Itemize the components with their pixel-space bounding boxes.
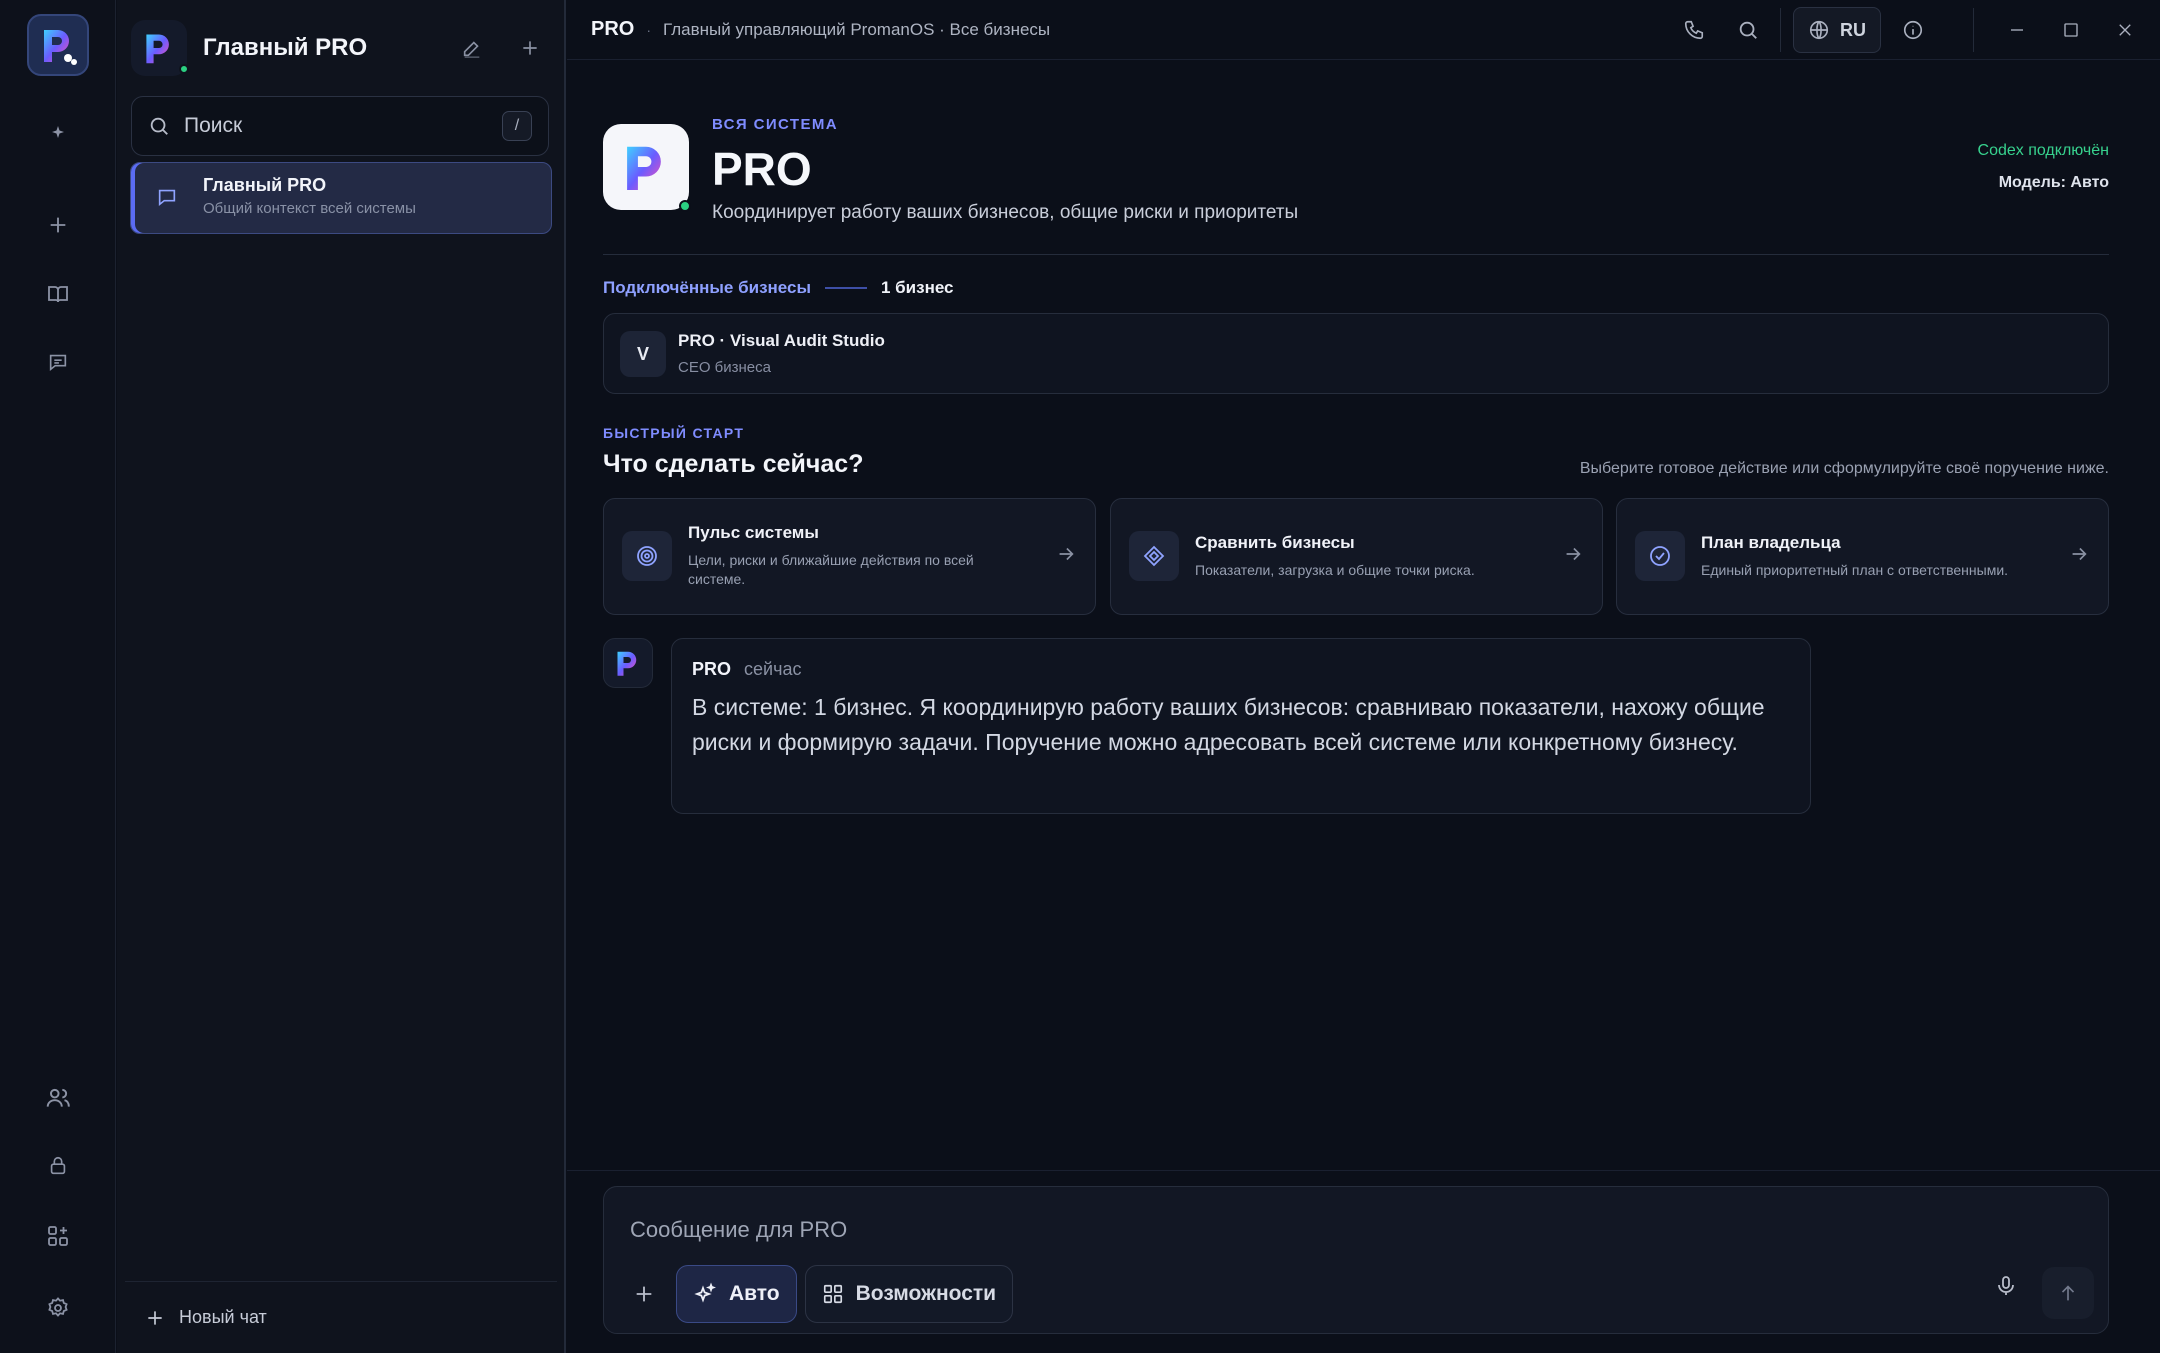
card-title: Пульс системы: [688, 523, 819, 542]
online-indicator: [179, 64, 189, 74]
chat-sidebar: Главный PRO / Главный PRO Общий контекст…: [117, 0, 566, 1353]
attach-plus-icon[interactable]: [620, 1270, 668, 1318]
new-chat-plus-icon[interactable]: [510, 28, 550, 68]
microphone-icon[interactable]: [1994, 1273, 2018, 1304]
arrow-right-icon: [1562, 543, 1584, 570]
info-icon[interactable]: [1893, 10, 1933, 50]
plus-icon: [148, 1310, 162, 1325]
auto-mode-button[interactable]: Авто: [676, 1265, 797, 1323]
chat-item-subtitle: Общий контекст всей системы: [203, 200, 416, 217]
auto-mode-label: Авто: [729, 1282, 780, 1305]
sidebar-header: Главный PRO: [131, 16, 550, 80]
business-avatar: V: [620, 331, 666, 377]
topbar-separator: ·: [646, 21, 652, 38]
apps-icon[interactable]: [38, 1216, 78, 1256]
message-icon: [151, 181, 183, 213]
globe-icon: [1809, 20, 1829, 40]
send-button[interactable]: [2042, 1267, 2094, 1319]
hero-kicker: ВСЯ СИСТЕМА: [712, 116, 839, 133]
topbar-brand: PRO: [591, 18, 635, 40]
minimize-icon[interactable]: [1990, 10, 2044, 50]
book-icon[interactable]: [38, 274, 78, 314]
business-name: PRO · Visual Audit Studio: [678, 331, 885, 350]
chat-list-item[interactable]: Главный PRO Общий контекст всей системы: [130, 162, 552, 234]
search-icon[interactable]: [1728, 10, 1768, 50]
page-description: Координирует работу ваших бизнесов, общи…: [712, 202, 1299, 223]
app-logo[interactable]: [27, 14, 89, 76]
chat-icon[interactable]: [38, 342, 78, 382]
maximize-icon[interactable]: [2044, 10, 2098, 50]
assistant-message: PRO сейчас В системе: 1 бизнес. Я коорди…: [671, 638, 1811, 814]
close-icon[interactable]: [2098, 10, 2152, 50]
search-shortcut: /: [502, 111, 532, 141]
arrow-right-icon: [2068, 543, 2090, 570]
business-role: CEO бизнеса: [678, 359, 771, 376]
model-label: Модель: Авто: [1998, 174, 2109, 191]
card-description: Единый приоритетный план с ответственным…: [1701, 562, 2009, 578]
card-title: План владельца: [1701, 533, 1841, 552]
new-chat-button[interactable]: Новый чат: [125, 1281, 557, 1353]
quickstart-kicker: БЫСТРЫЙ СТАРТ: [603, 425, 745, 441]
grid-icon: [823, 1284, 842, 1304]
divider: [567, 1170, 2160, 1171]
action-card-compare[interactable]: Сравнить бизнесы Показатели, загрузка и …: [1110, 498, 1603, 615]
add-icon[interactable]: [38, 205, 78, 245]
divider: [1973, 8, 1974, 52]
language-selector[interactable]: RU: [1793, 7, 1881, 53]
message-author: PRO: [692, 659, 732, 679]
action-card-owner-plan[interactable]: План владельца Единый приоритетный план …: [1616, 498, 2109, 615]
search-box[interactable]: /: [131, 96, 549, 156]
search-input[interactable]: [184, 114, 502, 138]
pro-logo: [603, 124, 691, 212]
chat-item-title: Главный PRO: [203, 175, 327, 195]
sparkles-icon[interactable]: [38, 112, 78, 152]
gear-icon[interactable]: [38, 1288, 78, 1328]
card-description: Показатели, загрузка и общие точки риска…: [1195, 562, 1475, 578]
nav-rail: [0, 0, 116, 1353]
online-indicator: [679, 200, 691, 212]
assistant-avatar: [603, 638, 653, 688]
main-panel: PRO · Главный управляющий PromanOS · Все…: [567, 0, 2160, 1353]
top-bar: PRO · Главный управляющий PromanOS · Все…: [567, 0, 2160, 60]
divider: [1780, 8, 1781, 52]
action-card-pulse[interactable]: Пульс системы Цели, риски и ближайшие де…: [603, 498, 1096, 615]
search-icon: [150, 117, 168, 135]
message-input[interactable]: Сообщение для PRO: [630, 1217, 847, 1243]
message-time: сейчас: [744, 659, 802, 679]
divider: [824, 287, 867, 289]
connected-count: 1 бизнес: [880, 278, 954, 297]
connection-status: Codex подключён: [1977, 142, 2109, 159]
pro-avatar: [131, 20, 189, 76]
sidebar-title: Главный PRO: [203, 34, 368, 61]
card-description: Цели, риски и ближайшие действия по всей…: [688, 552, 974, 587]
business-card[interactable]: V PRO · Visual Audit Studio CEO бизнеса: [603, 313, 2109, 394]
language-label: RU: [1840, 19, 1866, 40]
arrow-right-icon: [1055, 543, 1077, 570]
lock-icon[interactable]: [38, 1146, 78, 1186]
diamond-icon: [1129, 531, 1179, 581]
capabilities-label: Возможности: [855, 1282, 997, 1305]
message-text: В системе: 1 бизнес. Я координирую работ…: [692, 694, 1765, 755]
system-header: ВСЯ СИСТЕМА PRO Координирует работу ваши…: [603, 116, 2109, 255]
target-icon: [622, 531, 672, 581]
phone-icon[interactable]: [1674, 10, 1714, 50]
topbar-subtitle: Главный управляющий PromanOS · Все бизне…: [663, 19, 1051, 39]
sparkles-icon: [694, 1282, 716, 1303]
app-window: Главный PRO / Главный PRO Общий контекст…: [0, 0, 2160, 1353]
edit-icon[interactable]: [452, 28, 492, 68]
card-title: Сравнить бизнесы: [1195, 533, 1355, 552]
page-title: PRO: [712, 143, 812, 195]
new-chat-label: Новый чат: [179, 1307, 267, 1327]
quickstart-hint: Выберите готовое действие или сформулиру…: [1579, 460, 2109, 477]
message-composer[interactable]: Сообщение для PRO Авто Возможности: [603, 1186, 2109, 1334]
quickstart-title: Что сделать сейчас?: [603, 450, 864, 478]
connected-header: Подключённые бизнесы 1 бизнес: [603, 278, 954, 298]
connected-label: Подключённые бизнесы: [603, 278, 811, 297]
capabilities-button[interactable]: Возможности: [804, 1265, 1014, 1323]
users-icon[interactable]: [38, 1078, 78, 1118]
check-circle-icon: [1635, 531, 1685, 581]
arrow-up-icon: [2061, 1285, 2075, 1301]
